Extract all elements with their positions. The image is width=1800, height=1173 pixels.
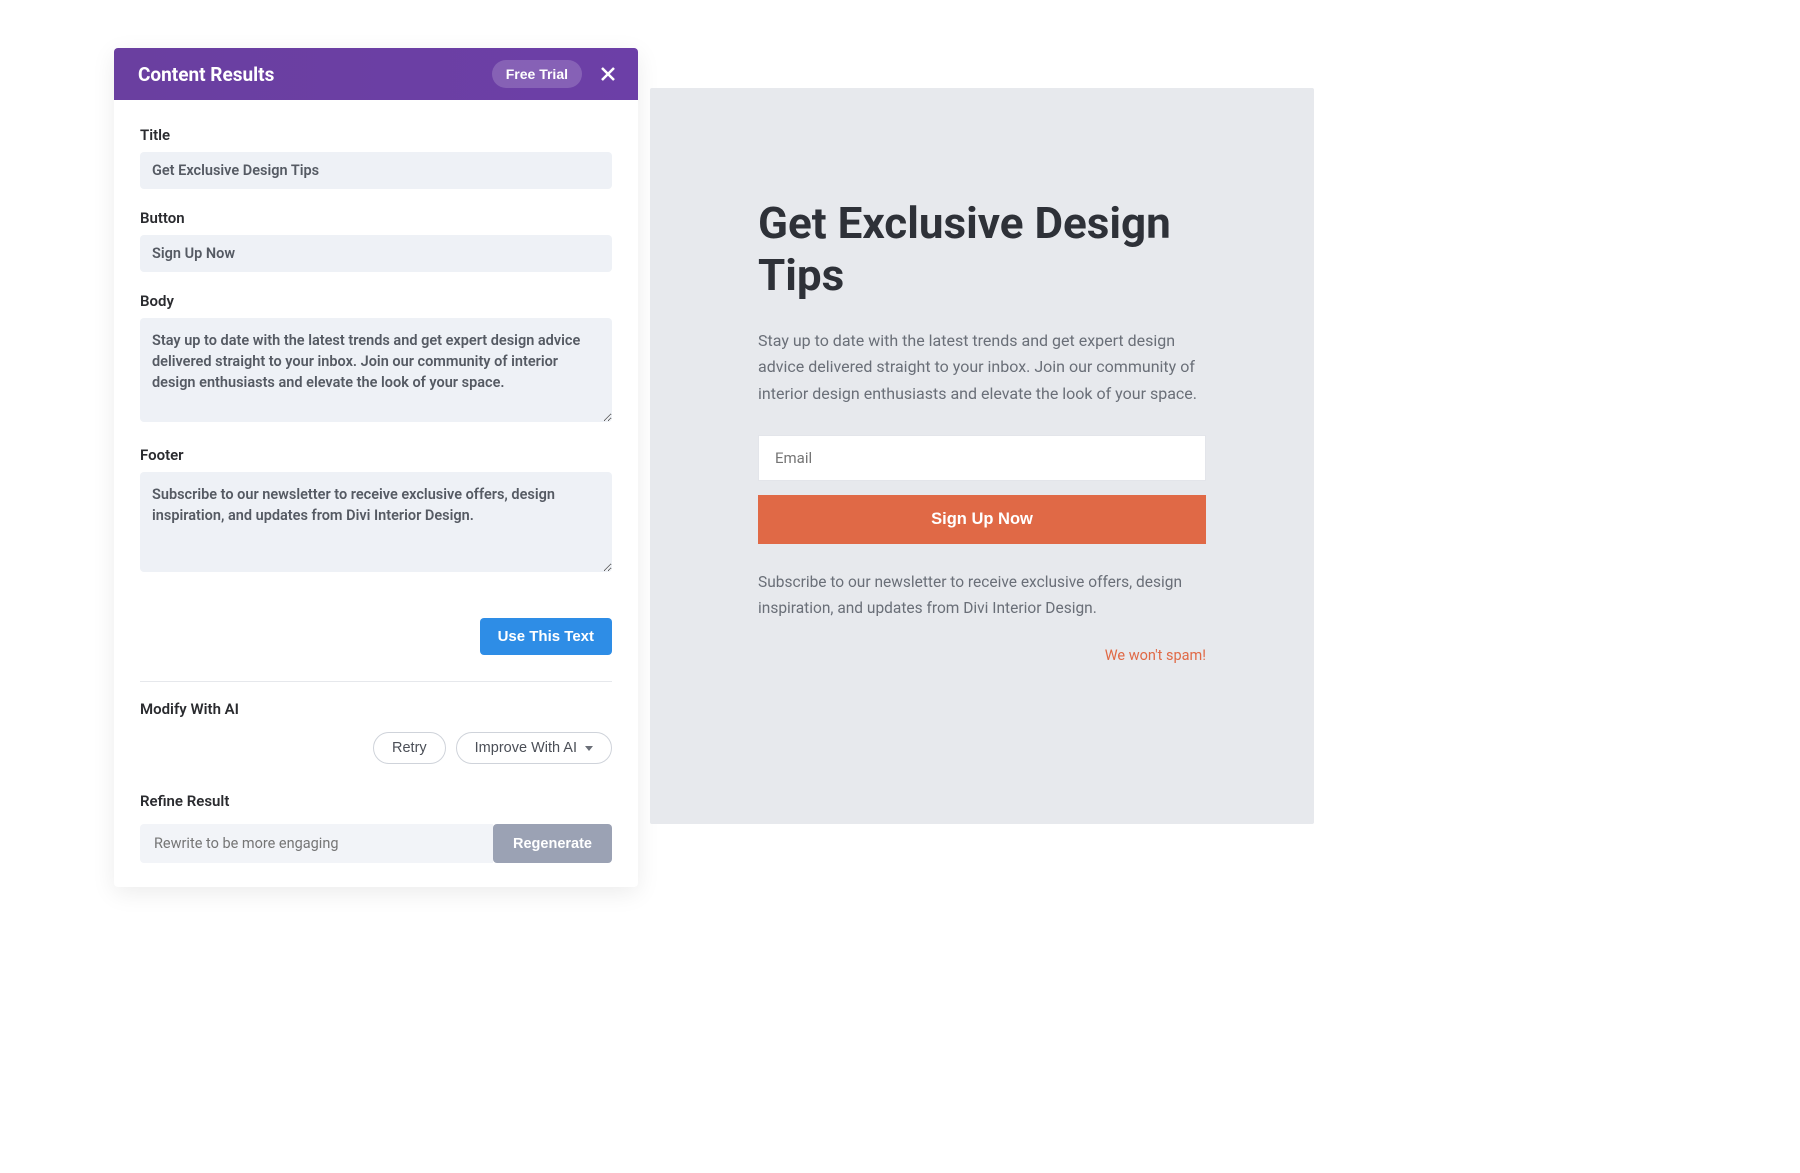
modify-with-ai-label: Modify With AI xyxy=(140,700,612,718)
spam-note: We won't spam! xyxy=(758,647,1206,664)
body-label: Body xyxy=(140,292,612,310)
chevron-down-icon xyxy=(585,746,593,751)
footer-textarea[interactable] xyxy=(140,472,612,572)
footer-label: Footer xyxy=(140,446,612,464)
retry-button[interactable]: Retry xyxy=(373,732,446,764)
improve-with-ai-button[interactable]: Improve With AI xyxy=(456,732,612,764)
preview-title: Get Exclusive Design Tips xyxy=(758,198,1206,302)
regenerate-button[interactable]: Regenerate xyxy=(493,824,612,863)
panel-body: Title Button Body Footer Use This Text M… xyxy=(114,100,638,887)
button-input[interactable] xyxy=(140,235,612,272)
refine-input[interactable] xyxy=(140,824,493,863)
panel-header: Content Results Free Trial xyxy=(114,48,638,100)
retry-button-label: Retry xyxy=(392,740,427,756)
title-input[interactable] xyxy=(140,152,612,189)
preview-pane: Get Exclusive Design Tips Stay up to dat… xyxy=(650,88,1314,824)
preview-body: Stay up to date with the latest trends a… xyxy=(758,328,1206,407)
improve-button-label: Improve With AI xyxy=(475,740,577,756)
use-this-text-button[interactable]: Use This Text xyxy=(480,618,612,655)
free-trial-button[interactable]: Free Trial xyxy=(492,60,582,88)
preview-footer: Subscribe to our newsletter to receive e… xyxy=(758,570,1206,621)
panel-title: Content Results xyxy=(138,63,274,86)
title-label: Title xyxy=(140,126,612,144)
signup-button[interactable]: Sign Up Now xyxy=(758,495,1206,544)
content-results-panel: Content Results Free Trial Title Button … xyxy=(114,48,638,887)
email-field[interactable] xyxy=(758,435,1206,481)
close-icon[interactable] xyxy=(596,62,620,86)
body-textarea[interactable] xyxy=(140,318,612,422)
button-label: Button xyxy=(140,209,612,227)
refine-result-label: Refine Result xyxy=(140,792,612,810)
